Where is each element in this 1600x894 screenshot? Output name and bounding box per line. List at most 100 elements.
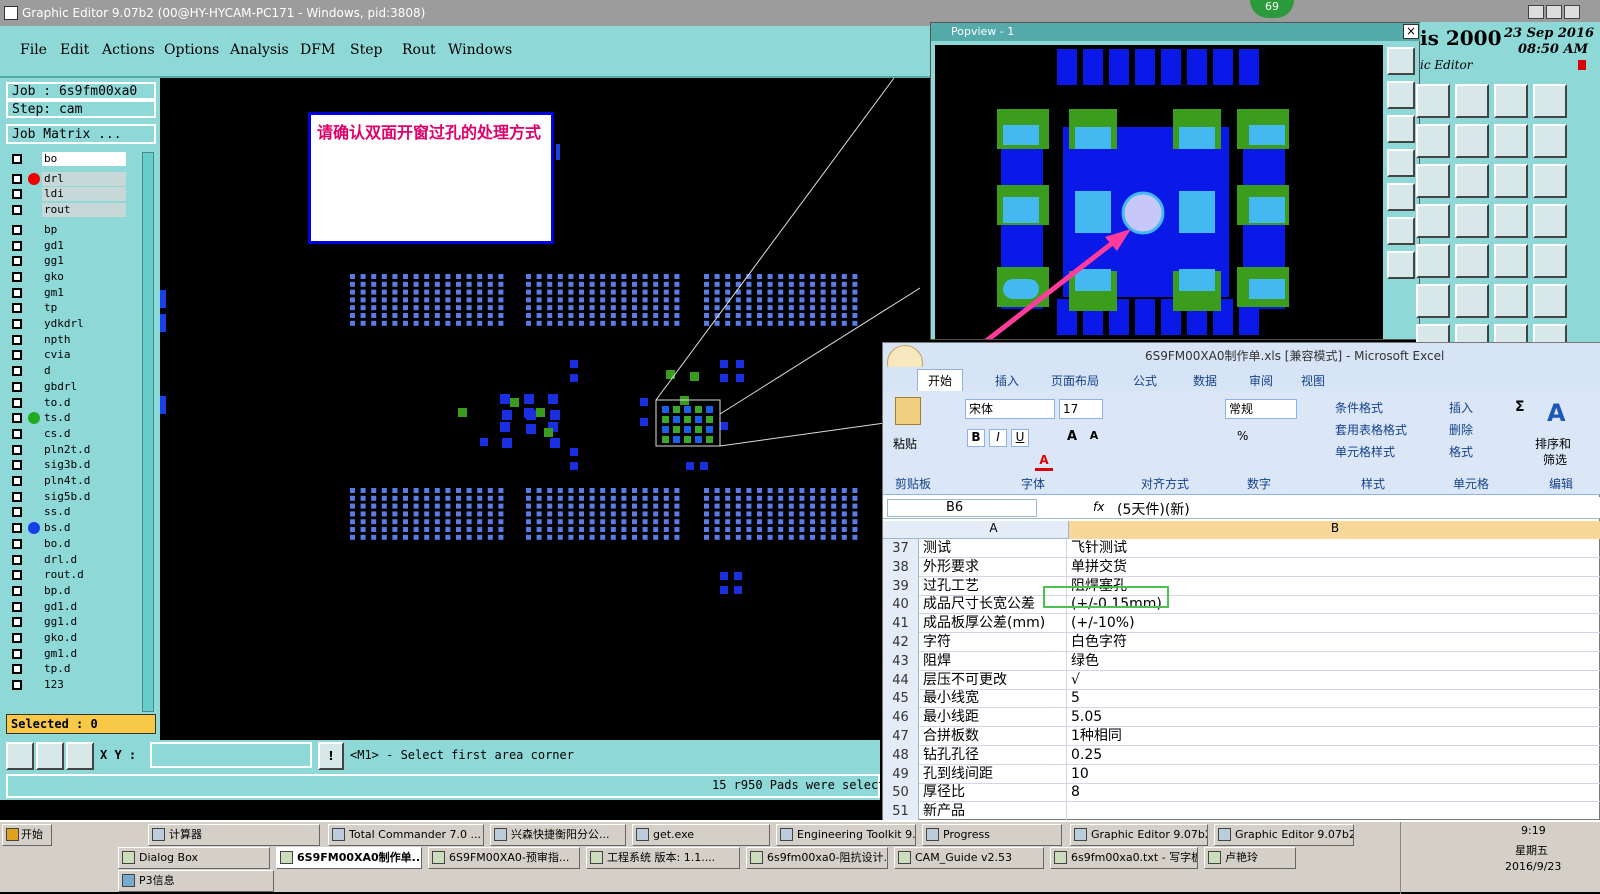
layer-checkbox[interactable] (12, 507, 22, 518)
menu-edit[interactable]: Edit (60, 42, 89, 58)
task-row2-6[interactable]: 6s9fm00xa0.txt - 写字板 (1050, 847, 1198, 869)
sheet-row[interactable]: 51 新产品 (883, 802, 1600, 821)
task-p3[interactable]: P3信息 (118, 870, 274, 892)
cell-b[interactable]: 白色字符 (1069, 633, 1127, 652)
cell-a[interactable]: 阻焊 (921, 651, 1067, 671)
cell-b[interactable]: 单拼交货 (1069, 558, 1127, 577)
layer-checkbox[interactable] (12, 680, 22, 691)
sheet-row[interactable]: 49 孔到线间距 10 (883, 764, 1600, 784)
menu-analysis[interactable]: Analysis (230, 42, 289, 58)
sheet-row[interactable]: 39 过孔工艺 阻焊塞孔 (883, 576, 1600, 596)
menu-dfm[interactable]: DFM (300, 42, 335, 58)
layer-checkbox[interactable] (12, 271, 22, 282)
font-color-button[interactable]: A (1035, 453, 1053, 471)
tool-pins-b-icon[interactable] (1533, 204, 1567, 238)
tool-layout-icon[interactable] (1533, 84, 1567, 118)
layer-row-gg1-d[interactable]: gg1.d (10, 615, 128, 630)
tool-swap-icon[interactable] (1533, 124, 1567, 158)
layer-row-gko[interactable]: gko (10, 269, 128, 284)
job-matrix-button[interactable]: Job Matrix ... (6, 124, 156, 144)
tool-center-icon[interactable] (1455, 164, 1489, 198)
popview-canvas[interactable] (935, 45, 1383, 339)
task-row2-1[interactable]: 6S9FM00XA0制作单.... (276, 847, 422, 869)
layer-checkbox[interactable] (12, 570, 22, 581)
tool-grid-icon[interactable] (1455, 204, 1489, 238)
layer-row-bo-d[interactable]: bo.d (10, 536, 128, 551)
tool-scale-icon[interactable] (1494, 164, 1528, 198)
grow-font-button[interactable]: A (1063, 429, 1081, 447)
layer-checkbox[interactable] (12, 154, 22, 164)
autosum-icon[interactable]: Σ (1515, 399, 1525, 415)
layer-row-bs-d[interactable]: bs.d (10, 521, 128, 536)
cell-b[interactable]: 8 (1069, 783, 1080, 802)
layer-checkbox[interactable] (12, 428, 22, 439)
layer-checkbox[interactable] (12, 205, 22, 216)
layer-checkbox[interactable] (12, 460, 22, 471)
sheet-row[interactable]: 37 测试 飞针测试 (883, 539, 1600, 558)
sheet-row[interactable]: 41 成品板厚公差(mm) (+/-10%) (883, 614, 1600, 634)
layer-checkbox[interactable] (12, 538, 22, 549)
task-row2-7[interactable]: 卢艳玲 (1204, 847, 1296, 869)
layer-checkbox[interactable] (12, 224, 22, 235)
layer-row-npth[interactable]: npth (10, 332, 128, 347)
tool-route-icon[interactable] (1533, 284, 1567, 318)
tab-page-layout[interactable]: 页面布局 (1051, 372, 1099, 389)
popview-tool-5-icon[interactable] (1387, 183, 1415, 211)
task-row2-2[interactable]: 6S9FM00XA0-预审指... (428, 847, 580, 869)
layer-checkbox[interactable] (12, 523, 22, 534)
layer-row-ss-d[interactable]: ss.d (10, 505, 128, 520)
layer-checkbox[interactable] (12, 491, 22, 502)
cell-a[interactable]: 最小线距 (921, 708, 1067, 728)
layer-checkbox[interactable] (12, 476, 22, 486)
sheet-row[interactable]: 38 外形要求 单拼交货 (883, 557, 1600, 577)
cell-a[interactable]: 测试 (921, 539, 1067, 558)
tab-view[interactable]: 视图 (1301, 372, 1325, 389)
popview-titlebar[interactable]: Popview - 1 (931, 23, 1421, 41)
tool-right-icon[interactable] (1455, 124, 1489, 158)
layer-checkbox[interactable] (12, 664, 22, 675)
cell-b[interactable]: 10 (1069, 765, 1089, 784)
cell-b[interactable]: √ (1069, 671, 1080, 690)
cell-b[interactable]: 绿色 (1069, 652, 1099, 671)
sheet-row[interactable]: 45 最小线宽 5 (883, 689, 1600, 709)
layer-row-bp-d[interactable]: bp.d (10, 583, 128, 598)
tool-move-up-icon[interactable] (1416, 84, 1450, 118)
tool-clip-icon[interactable] (1416, 244, 1450, 278)
sheet-row[interactable]: 43 阻焊 绿色 (883, 651, 1600, 671)
tool-cross-icon[interactable] (1455, 284, 1489, 318)
layer-scrollbar[interactable] (142, 152, 154, 712)
cell-a[interactable]: 厚径比 (921, 783, 1067, 803)
layer-row-to-d[interactable]: to.d (10, 395, 128, 410)
layer-checkbox[interactable] (12, 334, 22, 345)
cell-a[interactable]: 孔到线间距 (921, 764, 1067, 784)
menu-windows[interactable]: Windows (448, 42, 512, 58)
tab-data[interactable]: 数据 (1193, 372, 1217, 389)
menu-options[interactable]: Options (164, 42, 219, 58)
layer-row-bo[interactable]: bo (10, 152, 128, 166)
layer-row-gbdrl[interactable]: gbdrl (10, 379, 128, 394)
tool-expand-icon[interactable] (1416, 164, 1450, 198)
sheet-row[interactable]: 40 成品尺寸长宽公差 (+/-0.15mm) (883, 595, 1600, 615)
tab-formulas[interactable]: 公式 (1133, 372, 1157, 389)
layer-row-gm1[interactable]: gm1 (10, 285, 128, 300)
menu-actions[interactable]: Actions (102, 42, 155, 58)
layer-row-drl-d[interactable]: drl.d (10, 552, 128, 567)
zoom-icon[interactable] (6, 742, 34, 770)
column-b-header[interactable]: B (1069, 521, 1600, 539)
cell-b[interactable]: 飞针测试 (1069, 539, 1127, 558)
cell-a[interactable]: 最小线宽 (921, 689, 1067, 709)
popview-tool-3-icon[interactable] (1387, 115, 1415, 143)
insert-cells-button[interactable]: 插入 (1449, 399, 1473, 416)
tool-flip-icon[interactable] (1494, 124, 1528, 158)
grid-icon[interactable] (66, 742, 94, 770)
tool-net-icon[interactable] (1416, 284, 1450, 318)
layer-checkbox[interactable] (12, 413, 22, 424)
cell-a[interactable]: 字符 (921, 633, 1067, 652)
layer-row-ldi[interactable]: ldi (10, 187, 128, 202)
menu-rout[interactable]: Rout (402, 42, 436, 58)
cell-a[interactable]: 层压不可更改 (921, 670, 1067, 690)
sheet-row[interactable]: 47 合拼板数 1种相同 (883, 727, 1600, 746)
layer-checkbox[interactable] (12, 633, 22, 643)
number-format-select[interactable]: 常规 (1225, 399, 1297, 419)
layer-row-sig3b-d[interactable]: sig3b.d (10, 458, 128, 473)
